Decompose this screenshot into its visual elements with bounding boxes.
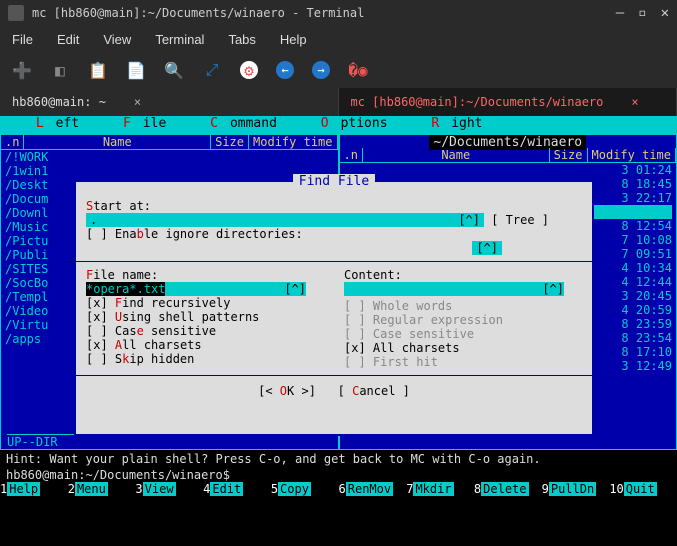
tab-label: mc [hb860@main]:~/Documents/winaero bbox=[351, 95, 604, 109]
shell-prompt[interactable]: hb860@main:~/Documents/winaero$ bbox=[0, 468, 677, 482]
col-n: .n bbox=[340, 148, 363, 162]
fnkey-pulldn[interactable]: 9PullDn bbox=[542, 482, 610, 496]
tab-close-icon[interactable]: × bbox=[631, 95, 638, 109]
shell-patterns-checkbox[interactable]: [x] Using shell patterns bbox=[86, 310, 324, 324]
maximize-button[interactable]: ▫ bbox=[638, 5, 646, 21]
menu-view[interactable]: View bbox=[103, 32, 131, 47]
panel-columns: .n Name Size Modify time bbox=[1, 135, 338, 150]
window-title: mc [hb860@main]:~/Documents/winaero - Te… bbox=[32, 6, 616, 20]
settings-icon[interactable]: ⚙ bbox=[240, 61, 258, 79]
app-icon bbox=[8, 5, 24, 21]
new-window-icon[interactable]: ◧ bbox=[50, 60, 70, 80]
new-tab-icon[interactable]: ➕ bbox=[12, 60, 32, 80]
col-size: Size bbox=[211, 135, 249, 149]
minimize-button[interactable]: — bbox=[616, 5, 624, 21]
terminal-tabs: hb860@main: ~ × mc [hb860@main]:~/Docume… bbox=[0, 88, 677, 116]
fnkey-copy[interactable]: 5Copy bbox=[271, 482, 339, 496]
menu-terminal[interactable]: Terminal bbox=[155, 32, 204, 47]
filename-label: File name: bbox=[86, 268, 324, 282]
ignore-history-button[interactable]: [^] bbox=[472, 241, 502, 255]
content-case-checkbox[interactable]: [ ] Case sensitive bbox=[344, 327, 582, 341]
tab-close-icon[interactable]: × bbox=[134, 95, 141, 109]
fnkey-quit[interactable]: 10Quit bbox=[609, 482, 677, 496]
fnkey-edit[interactable]: 4Edit bbox=[203, 482, 271, 496]
regex-checkbox[interactable]: [ ] Regular expression bbox=[344, 313, 582, 327]
first-hit-checkbox[interactable]: [ ] First hit bbox=[344, 355, 582, 369]
list-item[interactable]: /!WORK bbox=[5, 150, 334, 164]
fnkey-view[interactable]: 3View bbox=[135, 482, 203, 496]
copy-icon[interactable]: 📋 bbox=[88, 60, 108, 80]
mc-menubar: Left File Command Options Right bbox=[0, 116, 677, 134]
mc-menu-file[interactable]: File bbox=[91, 116, 178, 134]
terminal-menubar: File Edit View Terminal Tabs Help bbox=[0, 26, 677, 52]
filename-input[interactable]: *opera*.txt[^] bbox=[86, 282, 306, 296]
tree-button[interactable]: [ Tree ] bbox=[491, 213, 549, 227]
mc-panels: .n Name Size Modify time /!WORK/1win1/De… bbox=[0, 134, 677, 450]
ignore-dirs-checkbox[interactable]: [ ] Enable ignore directories: bbox=[86, 227, 582, 241]
find-recursively-checkbox[interactable]: [x] Find recursively bbox=[86, 296, 324, 310]
help-icon[interactable]: �◉ bbox=[348, 60, 368, 80]
tab-mc[interactable]: mc [hb860@main]:~/Documents/winaero × bbox=[339, 88, 677, 116]
whole-words-checkbox[interactable]: [ ] Whole words bbox=[344, 299, 582, 313]
tab-label: hb860@main: ~ bbox=[12, 95, 106, 109]
mc-menu-right[interactable]: Right bbox=[400, 116, 495, 134]
menu-tabs[interactable]: Tabs bbox=[228, 32, 255, 47]
panel-footer: UP--DIR bbox=[7, 434, 327, 449]
menu-edit[interactable]: Edit bbox=[57, 32, 79, 47]
cancel-button[interactable]: [ Cancel ] bbox=[338, 384, 410, 398]
function-keys: 1Help2Menu3View4Edit5Copy6RenMov7Mkdir8D… bbox=[0, 482, 677, 496]
next-icon[interactable]: → bbox=[312, 61, 330, 79]
window-titlebar: mc [hb860@main]:~/Documents/winaero - Te… bbox=[0, 0, 677, 26]
close-button[interactable]: ✕ bbox=[661, 5, 669, 21]
fnkey-menu[interactable]: 2Menu bbox=[68, 482, 136, 496]
start-at-label: Start at: bbox=[86, 199, 582, 213]
fnkey-help[interactable]: 1Help bbox=[0, 482, 68, 496]
skip-hidden-checkbox[interactable]: [ ] Skip hidden bbox=[86, 352, 324, 366]
col-mtime: Modify time bbox=[249, 135, 337, 149]
tab-shell[interactable]: hb860@main: ~ × bbox=[0, 88, 339, 116]
mc-terminal: Left File Command Options Right .n Name … bbox=[0, 116, 677, 546]
content-input[interactable]: [^] bbox=[344, 282, 564, 296]
content-charsets-checkbox[interactable]: [x] All charsets bbox=[344, 341, 582, 355]
dialog-title: Find File bbox=[76, 174, 592, 189]
fnkey-delete[interactable]: 8Delete bbox=[474, 482, 542, 496]
menu-help[interactable]: Help bbox=[280, 32, 307, 47]
paste-icon[interactable]: 📄 bbox=[126, 60, 146, 80]
mc-menu-options[interactable]: Options bbox=[289, 116, 400, 134]
mc-menu-command[interactable]: Command bbox=[178, 116, 289, 134]
col-n: .n bbox=[1, 135, 24, 149]
all-charsets-checkbox[interactable]: [x] All charsets bbox=[86, 338, 324, 352]
col-size: Size bbox=[550, 148, 588, 162]
search-icon[interactable]: 🔍 bbox=[164, 60, 184, 80]
terminal-toolbar: ➕ ◧ 📋 📄 🔍 ⤢ ⚙ ← → �◉ bbox=[0, 52, 677, 88]
fnkey-renmov[interactable]: 6RenMov bbox=[339, 482, 407, 496]
col-name: Name bbox=[363, 148, 550, 162]
fnkey-mkdir[interactable]: 7Mkdir bbox=[406, 482, 474, 496]
panel-columns: .n Name Size Modify time bbox=[340, 148, 677, 163]
mc-hint: Hint: Want your plain shell? Press C-o, … bbox=[0, 450, 677, 468]
start-at-input[interactable]: .[^] bbox=[86, 213, 484, 227]
col-mtime: Modify time bbox=[588, 148, 676, 162]
fullscreen-icon[interactable]: ⤢ bbox=[202, 60, 222, 80]
content-label: Content: bbox=[344, 268, 582, 282]
mc-menu-left[interactable]: Left bbox=[4, 116, 91, 134]
find-file-dialog: Find File Start at: .[^] [ Tree ] [ ] En… bbox=[74, 180, 594, 436]
prev-icon[interactable]: ← bbox=[276, 61, 294, 79]
col-name: Name bbox=[24, 135, 211, 149]
case-sensitive-checkbox[interactable]: [ ] Case sensitive bbox=[86, 324, 324, 338]
ok-button[interactable]: [< OK >] bbox=[258, 384, 316, 398]
menu-file[interactable]: File bbox=[12, 32, 33, 47]
